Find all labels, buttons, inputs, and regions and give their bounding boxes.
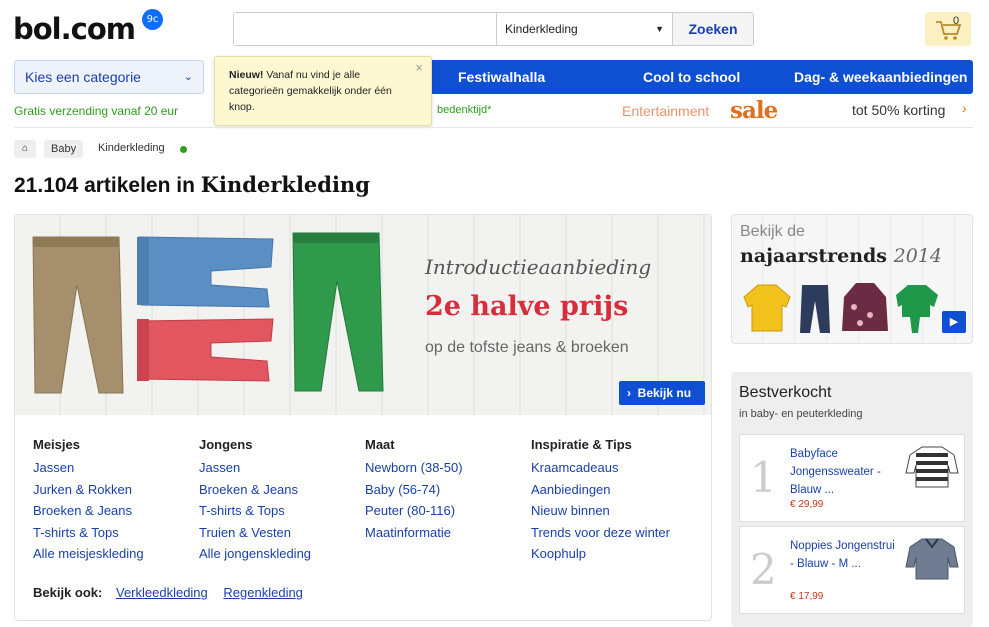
banner-intro: Introductieaanbieding (425, 255, 652, 279)
chevron-right-icon[interactable]: › (962, 100, 967, 116)
category-link[interactable]: Trends voor deze winter (531, 522, 696, 544)
trends-arrow-button[interactable]: ▶ (942, 311, 966, 333)
category-link[interactable]: Koophulp (531, 543, 696, 565)
promo-sale-logo[interactable]: sale (730, 97, 778, 124)
tooltip-bold: Nieuw! (229, 69, 264, 81)
search-category-value: Kinderkleding (505, 22, 578, 36)
bol-logo[interactable]: bol.com (13, 12, 136, 46)
page-title: 21.104 artikelen in Kinderkleding (14, 172, 370, 198)
trends-year: 2014 (893, 245, 942, 267)
kids-clothing-illustration (743, 283, 938, 333)
banner-view-label: Bekijk nu (637, 386, 692, 400)
bestsellers-title: Bestverkocht (739, 384, 832, 401)
sweater-image (905, 538, 959, 580)
nav-item-deals[interactable]: Dag- & weekaanbiedingen (794, 60, 967, 94)
see-also-link[interactable]: Regenkleding (223, 585, 303, 600)
chevron-down-icon: ⌄ (183, 71, 193, 83)
bestseller-price: € 29,99 (790, 499, 824, 510)
new-feature-tooltip: Nieuw! Vanaf nu vind je alle categorieën… (214, 56, 432, 126)
search-button[interactable]: Zoeken (672, 12, 754, 46)
column-heading: Maat (365, 437, 395, 452)
bestseller-name[interactable]: Babyface Jongenssweater - Blauw ... (790, 445, 896, 499)
category-link[interactable]: Aanbiedingen (531, 479, 696, 501)
return-period-text[interactable]: bedenktijd* (437, 104, 491, 116)
category-link[interactable]: Maatinformatie (365, 522, 530, 544)
status-dot (180, 146, 187, 153)
nav-item-festiwalhalla[interactable]: Festiwalhalla (458, 60, 545, 94)
category-link[interactable]: Kraamcadeaus (531, 457, 696, 479)
free-shipping-text[interactable]: Gratis verzending vanaf 20 eur (14, 104, 178, 118)
category-link[interactable]: Newborn (38-50) (365, 457, 530, 479)
category-link[interactable]: Broeken & Jeans (33, 500, 198, 522)
category-link[interactable]: Broeken & Jeans (199, 479, 364, 501)
pants-illustration (32, 232, 384, 394)
search-input[interactable] (234, 13, 496, 45)
bestseller-item[interactable]: 1 Babyface Jongenssweater - Blauw ... € … (739, 434, 965, 522)
banner-subtitle: op de tofste jeans & broeken (425, 339, 629, 356)
category-link[interactable]: Baby (56-74) (365, 479, 530, 501)
category-panel: Introductieaanbieding 2e halve prijs op … (14, 214, 712, 621)
category-link[interactable]: T-shirts & Tops (33, 522, 198, 544)
category-link[interactable]: Jassen (199, 457, 364, 479)
category-link[interactable]: Jurken & Rokken (33, 479, 198, 501)
promo-banner[interactable]: Introductieaanbieding 2e halve prijs op … (15, 215, 711, 415)
cart-button[interactable]: 0 (925, 12, 971, 46)
column-heading: Meisjes (33, 437, 80, 452)
bestseller-item[interactable]: 2 Noppies Jongenstrui - Blauw - M ... € … (739, 526, 965, 614)
trends-banner[interactable]: Bekijk de najaarstrends 2014 ▶ (731, 214, 973, 344)
category-dropdown-label: Kies een categorie (25, 69, 141, 85)
sweater-image (905, 446, 959, 488)
bestsellers-panel: Bestverkocht in baby- en peuterkleding 1… (731, 372, 973, 627)
category-link[interactable]: Peuter (80-116) (365, 500, 530, 522)
category-link[interactable]: Truien & Vesten (199, 522, 364, 544)
bestseller-price: € 17,99 (790, 591, 824, 602)
column-heading: Jongens (199, 437, 253, 452)
logo-badge: 9c (142, 9, 163, 30)
trends-title: najaarstrends (740, 245, 887, 267)
breadcrumb-baby[interactable]: Baby (44, 140, 84, 158)
breadcrumb-current: Kinderkleding (98, 142, 165, 154)
bestsellers-subtitle: in baby- en peuterkleding (739, 408, 863, 420)
bestseller-rank: 1 (750, 453, 777, 502)
breadcrumb-home-icon[interactable]: ⌂ (14, 140, 36, 158)
category-link[interactable]: Alle meisjeskleding (33, 543, 198, 565)
nav-item-cool-to-school[interactable]: Cool to school (643, 60, 740, 94)
trends-line2: najaarstrends 2014 (740, 245, 942, 267)
search-category-select[interactable]: Kinderkleding ▼ (496, 13, 672, 45)
see-also-label: Bekijk ook: (33, 585, 103, 600)
divider (14, 127, 973, 128)
banner-view-button[interactable]: › Bekijk nu (619, 381, 705, 405)
page-title-count: 21.104 artikelen in (14, 174, 201, 197)
promo-discount[interactable]: tot 50% korting (852, 102, 945, 118)
trends-line1: Bekijk de (740, 223, 805, 240)
see-also-link[interactable]: Verkleedkleding (116, 585, 208, 600)
category-link[interactable]: T-shirts & Tops (199, 500, 364, 522)
category-link[interactable]: Alle jongenskleding (199, 543, 364, 565)
caret-down-icon: ▼ (655, 24, 664, 34)
close-icon[interactable]: × (415, 60, 423, 76)
promo-entertainment[interactable]: Entertainment (622, 103, 709, 119)
banner-headline: 2e halve prijs (425, 291, 629, 322)
category-dropdown[interactable]: Kies een categorie ⌄ (14, 60, 204, 94)
cart-count: 0 (953, 15, 960, 27)
links-column-maat: Maat Newborn (38-50) Baby (56-74) Peuter… (365, 437, 530, 543)
column-heading: Inspiratie & Tips (531, 437, 632, 452)
links-column-meisjes: Meisjes Jassen Jurken & Rokken Broeken &… (33, 437, 198, 565)
category-link[interactable]: Jassen (33, 457, 198, 479)
page-title-category: Kinderkleding (200, 172, 370, 197)
search-bar: Kinderkleding ▼ (233, 12, 673, 46)
see-also: Bekijk ook: Verkleedkleding Regenkleding (33, 585, 315, 600)
links-column-jongens: Jongens Jassen Broeken & Jeans T-shirts … (199, 437, 364, 565)
bestseller-rank: 2 (750, 545, 777, 594)
links-column-inspiratie: Inspiratie & Tips Kraamcadeaus Aanbiedin… (531, 437, 696, 565)
bestseller-name[interactable]: Noppies Jongenstrui - Blauw - M ... (790, 537, 896, 573)
category-link[interactable]: Nieuw binnen (531, 500, 696, 522)
